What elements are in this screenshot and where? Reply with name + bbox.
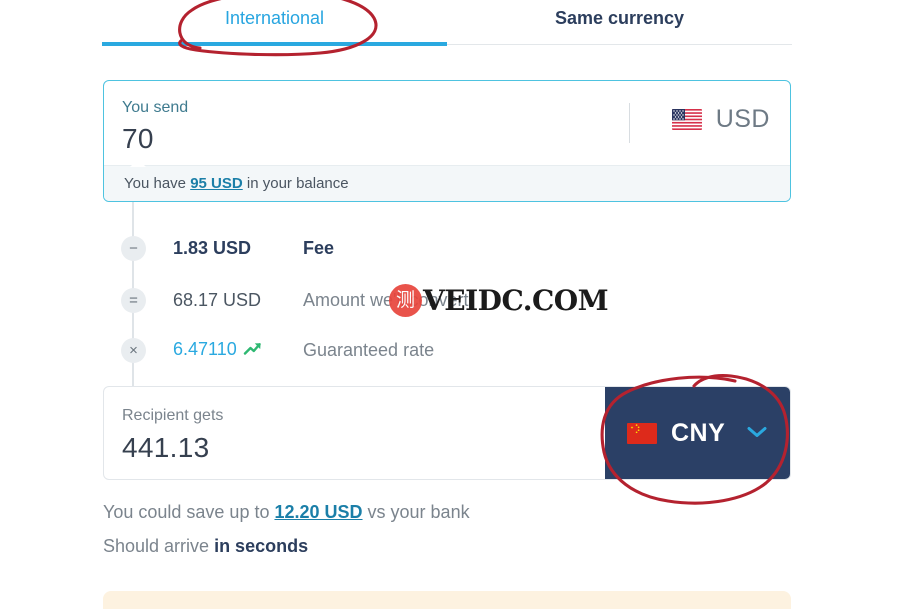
breakdown-rate-value: 6.47110 [173,339,263,361]
savings-suffix: vs your bank [362,502,470,522]
tab-international[interactable]: International [102,8,447,44]
recipient-gets-box[interactable]: Recipient gets 441.13 CNY [103,386,791,480]
tab-same-currency[interactable]: Same currency [447,8,792,44]
you-send-label: You send [122,99,189,116]
balance-prefix: You have [124,175,191,192]
tab-active-indicator [102,42,447,46]
balance-notch-arrow [130,159,146,167]
breakdown-convert-label: Amount we'll convert [303,289,469,310]
notice-banner [103,591,791,609]
balance-text: You have 95 USD in your balance [124,175,349,192]
send-currency-divider [629,103,630,143]
breakdown-rate-label: Guaranteed rate [303,339,435,360]
savings-line: You could save up to 12.20 USD vs your b… [103,502,470,523]
send-currency-code: USD [715,105,770,133]
arrival-prefix: Should arrive [103,536,215,556]
breakdown-row-fee: − 1.83 USD Fee [103,233,603,263]
arrival-line: Should arrive in seconds [103,536,308,557]
minus-icon: − [121,235,146,261]
recipient-currency-code: CNY [671,418,726,447]
breakdown-convert-value: 68.17 USD [173,289,262,310]
you-send-row: You send 70 USD [104,81,790,166]
balance-amount-link[interactable]: 95 USD [190,175,243,192]
savings-amount-link[interactable]: 12.20 USD [274,502,362,522]
multiply-icon: × [121,337,146,363]
breakdown-fee-label: Fee [303,237,335,258]
cn-flag-icon [627,422,657,444]
tab-bar: International Same currency [102,0,792,50]
trend-up-icon [243,340,263,361]
arrival-time: in seconds [214,536,309,556]
currency-dropdown-cny[interactable]: CNY [605,387,790,479]
rate-number: 6.47110 [173,339,237,360]
chevron-down-icon[interactable] [746,425,768,444]
balance-strip: You have 95 USD in your balance [104,159,790,201]
savings-prefix: You could save up to [103,502,275,522]
balance-suffix: in your balance [242,175,349,192]
equals-icon: = [121,287,146,313]
us-flag-icon [671,109,702,130]
recipient-gets-label: Recipient gets [122,407,224,424]
you-send-amount-input[interactable]: 70 [122,123,154,155]
currency-transfer-calculator: International Same currency You send 70 [0,0,915,609]
breakdown-row-convert: = 68.17 USD Amount we'll convert [103,285,603,315]
breakdown-fee-value: 1.83 USD [173,237,252,258]
send-currency-selector[interactable]: USD [671,105,770,134]
fee-breakdown: − 1.83 USD Fee = 68.17 USD Amount we'll … [103,202,603,392]
recipient-amount-input[interactable]: 441.13 [122,432,209,464]
you-send-box[interactable]: You send 70 USD You have 95 USD in your … [103,80,791,202]
breakdown-row-rate: × 6.47110 Guaranteed rate [103,335,603,365]
